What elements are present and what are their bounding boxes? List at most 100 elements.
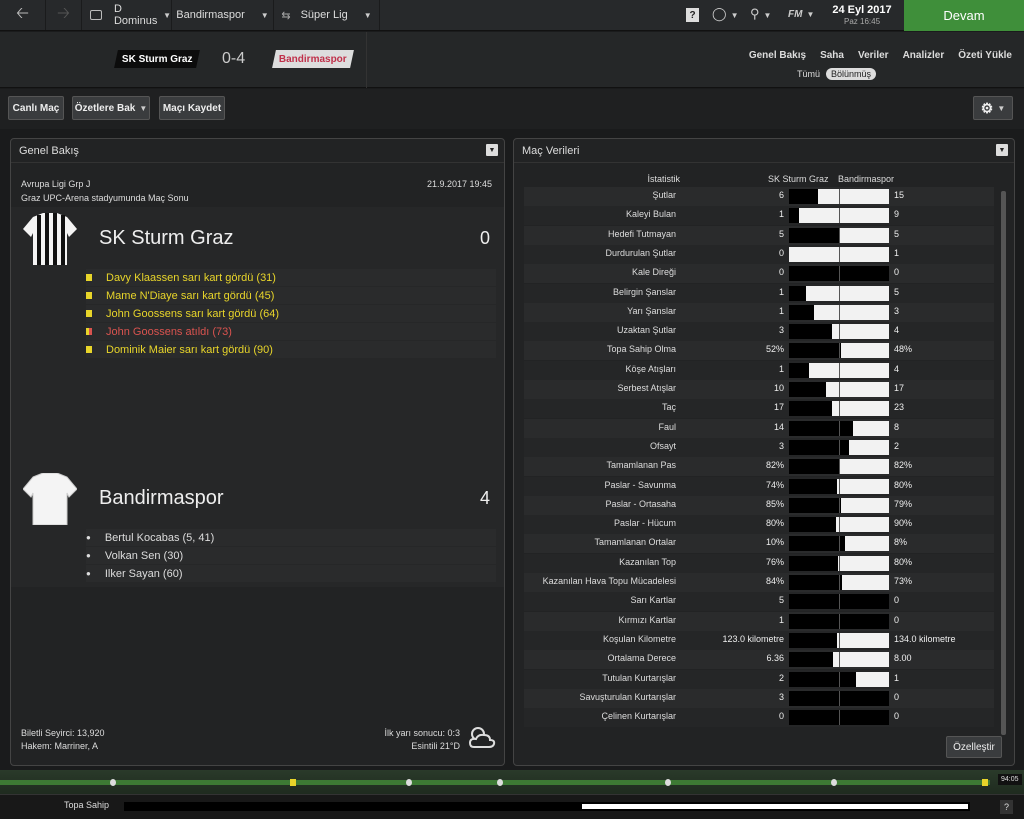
weather-label: Esintili 21°D <box>411 741 460 751</box>
live-match-button[interactable]: Canlı Maç <box>8 96 64 120</box>
stat-bar <box>789 652 889 668</box>
stat-away-value: 8% <box>894 537 908 548</box>
timeline-event-marker[interactable] <box>406 779 412 786</box>
stat-home-value: 5 <box>778 595 784 606</box>
away-team-name[interactable]: Bandirmaspor <box>99 487 224 510</box>
customize-button[interactable]: Özelleştir <box>946 736 1002 758</box>
help-icon[interactable]: ? <box>686 8 699 22</box>
tab-pitch[interactable]: Saha <box>820 50 844 61</box>
stat-row: Tutulan Kurtarışlar 2 1 <box>524 669 994 689</box>
away-team-badge[interactable]: Bandirmaspor <box>272 50 354 68</box>
stat-away-value: 90% <box>894 518 913 529</box>
stat-bar-midline <box>839 420 840 436</box>
timeline-event-marker[interactable] <box>110 779 116 786</box>
stat-bar-away-fill <box>837 478 889 494</box>
home-team-name[interactable]: SK Sturm Graz <box>99 227 233 250</box>
stat-home-value: 123.0 kilometre <box>722 633 784 644</box>
stat-away-value: 80% <box>894 479 913 490</box>
stat-bar-midline <box>839 517 840 533</box>
stat-home-value: 10 <box>773 383 784 393</box>
search-icon[interactable]: ⚲ ▼ <box>750 6 771 22</box>
subtab-split[interactable]: Bölünmüş <box>825 68 876 80</box>
world-icon[interactable]: ◯ ▼ <box>712 6 738 22</box>
stat-bar <box>789 575 889 590</box>
match-timeline[interactable]: 94:05 <box>0 770 1024 794</box>
possession-bar <box>124 802 970 811</box>
tab-analysis[interactable]: Analizler <box>903 50 945 61</box>
stat-bar <box>789 536 889 552</box>
stat-bar-away-fill <box>799 208 889 224</box>
profile-menu[interactable]: D Dominus ▼ <box>82 0 172 30</box>
subtab-all[interactable]: Tümü <box>797 69 820 79</box>
timeline-event-marker[interactable] <box>831 779 837 786</box>
stat-home-value: 1 <box>778 363 784 374</box>
fm-menu[interactable]: FM ▼ <box>788 9 814 20</box>
stat-label: Yarı Şanslar <box>627 305 676 316</box>
stat-row: Şutlar 6 15 <box>524 187 994 206</box>
away-event: ● Bertul Kocabas (5, 41) <box>86 529 496 546</box>
scrollbar[interactable] <box>1001 191 1006 735</box>
stat-home-value: 3 <box>778 440 784 451</box>
timeline-event-marker[interactable] <box>497 779 503 786</box>
stat-bar-midline <box>839 555 840 571</box>
stat-bar <box>789 594 889 610</box>
stat-row: Tamamlanan Ortalar 10% 8% <box>524 534 994 554</box>
competition-menu[interactable]: ⇆ Süper Lig ▼ <box>274 0 380 30</box>
stat-bar-midline <box>839 671 840 687</box>
scroll-down-icon[interactable] <box>998 725 1002 735</box>
stat-bar-midline <box>839 710 840 726</box>
stat-away-value: 0 <box>894 691 900 702</box>
stat-bar-away-fill <box>833 652 889 668</box>
chevron-down-icon: ▼ <box>139 103 148 113</box>
timeline-event-marker[interactable] <box>665 779 671 786</box>
tab-upload-highlights[interactable]: Özeti Yükle <box>958 50 1012 61</box>
stat-away-value: 0 <box>894 595 900 606</box>
stat-row: Koşulan Kilometre 123.0 kilometre 134.0 ki… <box>524 630 994 650</box>
stat-label: Sarı Kartlar <box>630 595 676 606</box>
event-text: Bertul Kocabas (5, 41) <box>104 531 215 544</box>
stat-label: Ofsayt <box>649 440 676 451</box>
day-label: Paz 16:45 <box>843 16 881 26</box>
chevron-down-icon: ▼ <box>997 103 1006 113</box>
inbox-icon <box>90 10 102 20</box>
ball-icon: ● <box>86 569 91 578</box>
stat-bar-midline <box>839 227 840 243</box>
stat-bar-midline <box>839 632 840 648</box>
stat-row: Paslar - Savunma 74% 80% <box>524 476 994 496</box>
panel-menu-icon[interactable]: ▼ <box>996 144 1008 156</box>
stat-home-value: 0 <box>778 711 784 722</box>
stat-away-value: 3 <box>894 305 900 316</box>
referee-label: Hakem: Marriner, A <box>21 741 99 751</box>
match-header: SK Sturm Graz 0-4 Bandirmaspor Genel Bak… <box>0 32 1024 88</box>
tab-stats[interactable]: Veriler <box>858 50 889 61</box>
home-event: Mame N'Diaye sarı kart gördü (45) <box>86 287 496 304</box>
timeline-card-marker[interactable] <box>982 779 988 786</box>
highlights-button[interactable]: Özetlere Bak ▼ <box>72 96 150 120</box>
continue-button[interactable]: Devam <box>904 0 1024 31</box>
stat-away-value: 8 <box>894 421 900 432</box>
stat-bar <box>789 710 889 726</box>
arrow-left-icon: 🡠 <box>16 4 29 22</box>
event-text: John Goossens sarı kart gördü (64) <box>106 307 280 320</box>
forward-button[interactable]: 🡢 <box>46 0 82 30</box>
back-button[interactable]: 🡠 <box>0 0 46 30</box>
settings-button[interactable]: ⚙ ▼ <box>973 96 1013 120</box>
panel-menu-icon[interactable]: ▼ <box>486 144 498 156</box>
home-team-badge[interactable]: SK Sturm Graz <box>114 50 200 68</box>
timeline-card-marker[interactable] <box>290 779 296 786</box>
help-icon[interactable]: ? <box>1000 800 1013 814</box>
save-match-button[interactable]: Maçı Kaydet <box>159 96 225 120</box>
stat-home-value: 85% <box>765 498 784 509</box>
club-menu[interactable]: Bandirmaspor ▼ <box>172 0 274 30</box>
stat-bar <box>789 401 889 417</box>
stat-bar <box>789 517 889 533</box>
stat-away-value: 4 <box>894 363 900 374</box>
tab-overview[interactable]: Genel Bakış <box>749 50 806 61</box>
stat-label: Tamamlanan Pas <box>606 460 676 471</box>
stat-home-value: 1 <box>778 286 784 297</box>
stat-row: Kaleyi Bulan 1 9 <box>524 206 994 226</box>
ball-icon: ● <box>86 551 91 560</box>
date-display[interactable]: 24 Eyl 2017 Paz 16:45 <box>822 0 902 31</box>
stat-row: Taç 17 23 <box>524 399 994 419</box>
arrow-right-icon: 🡢 <box>57 4 70 22</box>
